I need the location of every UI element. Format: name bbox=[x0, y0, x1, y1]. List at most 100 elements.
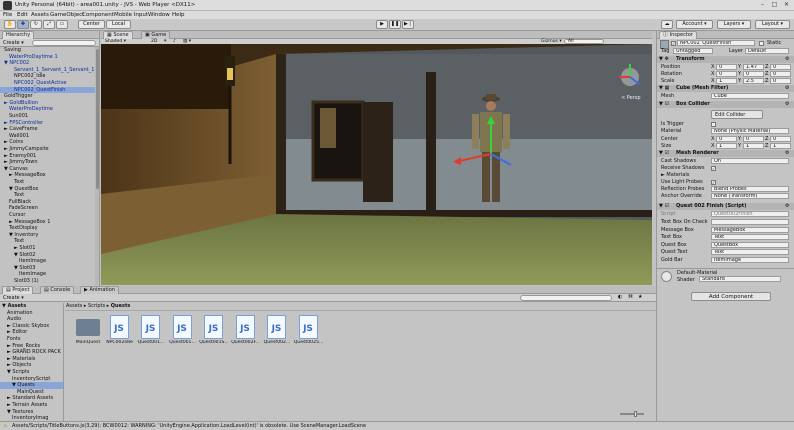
hierarchy-item[interactable]: ItemImage bbox=[0, 271, 96, 278]
project-folder-item[interactable]: Fonts bbox=[0, 336, 63, 343]
mesh-filter-header[interactable]: ▼ ▦ Cube (Mesh Filter) ⚙ bbox=[657, 85, 794, 92]
play-button[interactable]: ▶ bbox=[376, 20, 388, 29]
project-folder-item[interactable]: ▼ Quests bbox=[0, 382, 63, 389]
hierarchy-item[interactable]: FullBlack bbox=[0, 199, 96, 206]
vector-y-field[interactable]: 0 bbox=[743, 136, 764, 142]
hierarchy-item[interactable]: Slot03 (1) bbox=[0, 278, 96, 285]
layout-dropdown[interactable]: Layout ▾ bbox=[755, 20, 790, 29]
hierarchy-item[interactable]: ▼ Inventory bbox=[0, 232, 96, 239]
vector-z-field[interactable]: 0 bbox=[770, 71, 791, 77]
hierarchy-item[interactable]: WaterProDaytime 1 bbox=[0, 54, 96, 61]
project-folder-item[interactable]: ▼ Scripts bbox=[0, 369, 63, 376]
hierarchy-item[interactable]: NPC002_QuestFinish bbox=[0, 86, 96, 94]
vector-y-field[interactable]: 0 bbox=[743, 71, 764, 77]
object-reference-field[interactable]: QuestBox bbox=[711, 241, 789, 248]
project-folder-item[interactable]: ► Editor bbox=[0, 329, 63, 336]
hierarchy-item[interactable]: Text bbox=[0, 179, 96, 186]
hierarchy-item[interactable]: FadeScreen bbox=[0, 205, 96, 212]
menu-assets[interactable]: Assets bbox=[31, 11, 49, 19]
static-checkbox[interactable] bbox=[759, 41, 764, 46]
add-component-button[interactable]: Add Component bbox=[691, 292, 771, 301]
reflection-probes-dropdown[interactable]: Blend Probes bbox=[711, 186, 789, 192]
tag-dropdown[interactable]: Untagged bbox=[673, 48, 713, 54]
move-tool-icon[interactable]: ✥ bbox=[17, 20, 29, 29]
tab-console[interactable]: ▤ Console bbox=[40, 286, 75, 294]
hierarchy-item[interactable]: Servant_1_Servant_1_Servant_1 bbox=[0, 67, 96, 74]
project-folder-item[interactable]: ► Standard Assets bbox=[0, 395, 63, 402]
project-search-input[interactable] bbox=[520, 295, 612, 301]
tab-hierarchy[interactable]: Hierarchy bbox=[2, 31, 35, 39]
hierarchy-item[interactable]: ItemImage bbox=[0, 258, 96, 265]
filter-type-icon[interactable]: ◐ bbox=[618, 294, 622, 301]
script-header[interactable]: ▼ ☑ Quest 002 Finish (Script) ⚙ bbox=[657, 203, 794, 210]
breadcrumb-assets[interactable]: Assets bbox=[66, 303, 82, 309]
vector-x-field[interactable]: 0 bbox=[716, 64, 737, 70]
material-preview[interactable]: Default-Material Shader Standard bbox=[657, 268, 794, 283]
scale-tool-icon[interactable]: ⤢ bbox=[43, 20, 55, 29]
vector-z-field[interactable]: 0 bbox=[770, 64, 791, 70]
hierarchy-item[interactable]: ► MessageBox bbox=[0, 172, 96, 179]
tab-game[interactable]: ▣ Game bbox=[141, 31, 171, 39]
menu-window[interactable]: Window bbox=[148, 11, 170, 19]
settings-gear-icon[interactable]: ⚙ bbox=[785, 101, 789, 108]
hierarchy-item[interactable]: Wall001 bbox=[0, 133, 96, 140]
receive-shadows-checkbox[interactable]: ✓ bbox=[711, 166, 716, 171]
object-reference-field[interactable]: ItemImage bbox=[711, 256, 789, 263]
step-button[interactable]: ▶❘ bbox=[402, 20, 414, 29]
physic-material-field[interactable]: None (Physic Material) bbox=[711, 128, 789, 134]
vector-z-field[interactable]: 1 bbox=[770, 143, 791, 149]
project-folder-item[interactable]: ► Free_Rocks bbox=[0, 343, 63, 350]
menu-component[interactable]: Component bbox=[82, 11, 114, 19]
hierarchy-item[interactable]: ► Enemy001 bbox=[0, 153, 96, 160]
favorite-star-icon[interactable]: ★ bbox=[638, 294, 642, 301]
vector-z-field[interactable]: 0 bbox=[770, 136, 791, 142]
vector-y-field[interactable]: 1 bbox=[743, 143, 764, 149]
tab-animation[interactable]: ▶ Animation bbox=[80, 286, 119, 294]
vector-x-field[interactable]: 0 bbox=[716, 136, 737, 142]
hierarchy-item[interactable]: ▼ QuestBox bbox=[0, 186, 96, 193]
filter-label-icon[interactable]: ⌘ bbox=[628, 294, 633, 301]
close-icon[interactable]: ✕ bbox=[782, 1, 791, 9]
vector-x-field[interactable]: 1 bbox=[716, 78, 737, 84]
project-folder-item[interactable]: MainQuest bbox=[0, 389, 63, 396]
project-folder-item[interactable]: ► Terrain Assets bbox=[0, 402, 63, 409]
project-folder-item[interactable]: ▼ Textures bbox=[0, 409, 63, 416]
materials-foldout[interactable]: ► Materials bbox=[661, 172, 689, 179]
hierarchy-item[interactable]: ► CaveFrame bbox=[0, 126, 96, 133]
hierarchy-item[interactable]: Text bbox=[0, 192, 96, 199]
vector-y-field[interactable]: 1.47 bbox=[743, 64, 764, 70]
hierarchy-item[interactable]: ▼ Slot03 bbox=[0, 265, 96, 272]
hierarchy-item[interactable]: NPC002_Idle bbox=[0, 73, 96, 80]
tab-project[interactable]: ▤ Project bbox=[2, 286, 34, 294]
settings-gear-icon[interactable]: ⚙ bbox=[785, 85, 789, 92]
hierarchy-item[interactable]: ► MessageBox 1 bbox=[0, 219, 96, 226]
rotate-tool-icon[interactable]: ↻ bbox=[30, 20, 42, 29]
hierarchy-item[interactable]: NPC002_QuestActive bbox=[0, 80, 96, 87]
box-collider-header[interactable]: ▼ ☑ Box Collider ⚙ bbox=[657, 101, 794, 108]
hierarchy-item[interactable]: WaterProDaytime bbox=[0, 106, 96, 113]
hierarchy-create-button[interactable]: Create ▾ bbox=[3, 40, 24, 46]
vector-y-field[interactable]: 2.5 bbox=[743, 78, 764, 84]
project-folder-item[interactable]: Audio bbox=[0, 316, 63, 323]
settings-gear-icon[interactable]: ⚙ bbox=[785, 203, 789, 210]
object-name-field[interactable]: NPC002_QuestFinish bbox=[677, 40, 755, 46]
hierarchy-item[interactable]: ► Coins bbox=[0, 139, 96, 146]
use-light-probes-checkbox[interactable]: ✓ bbox=[711, 180, 716, 185]
pause-button[interactable]: ❚❚ bbox=[389, 20, 401, 29]
active-checkbox[interactable]: ✓ bbox=[671, 41, 676, 46]
project-folder-item[interactable]: ► Objects bbox=[0, 362, 63, 369]
project-folder-item[interactable]: Animation bbox=[0, 310, 63, 317]
minimize-icon[interactable]: – bbox=[758, 1, 767, 9]
vector-z-field[interactable]: 0 bbox=[770, 78, 791, 84]
status-bar[interactable]: ⚠ Assets/Scripts/TitleButtons.js(3,29): … bbox=[0, 421, 794, 430]
vector-x-field[interactable]: 1 bbox=[716, 143, 737, 149]
rect-tool-icon[interactable]: ▭ bbox=[56, 20, 68, 29]
anchor-override-field[interactable]: None (Transform) bbox=[711, 193, 789, 199]
hierarchy-item[interactable]: ▼ Slot02 bbox=[0, 252, 96, 259]
object-reference-field[interactable]: MessageBox bbox=[711, 226, 789, 233]
menu-file[interactable]: File bbox=[3, 11, 12, 19]
zoom-slider[interactable] bbox=[620, 411, 644, 417]
hierarchy-item[interactable]: ► GoldBullion bbox=[0, 100, 96, 107]
object-reference-field[interactable]: Text bbox=[711, 234, 789, 240]
scene-viewport[interactable]: < Persp bbox=[101, 44, 652, 285]
